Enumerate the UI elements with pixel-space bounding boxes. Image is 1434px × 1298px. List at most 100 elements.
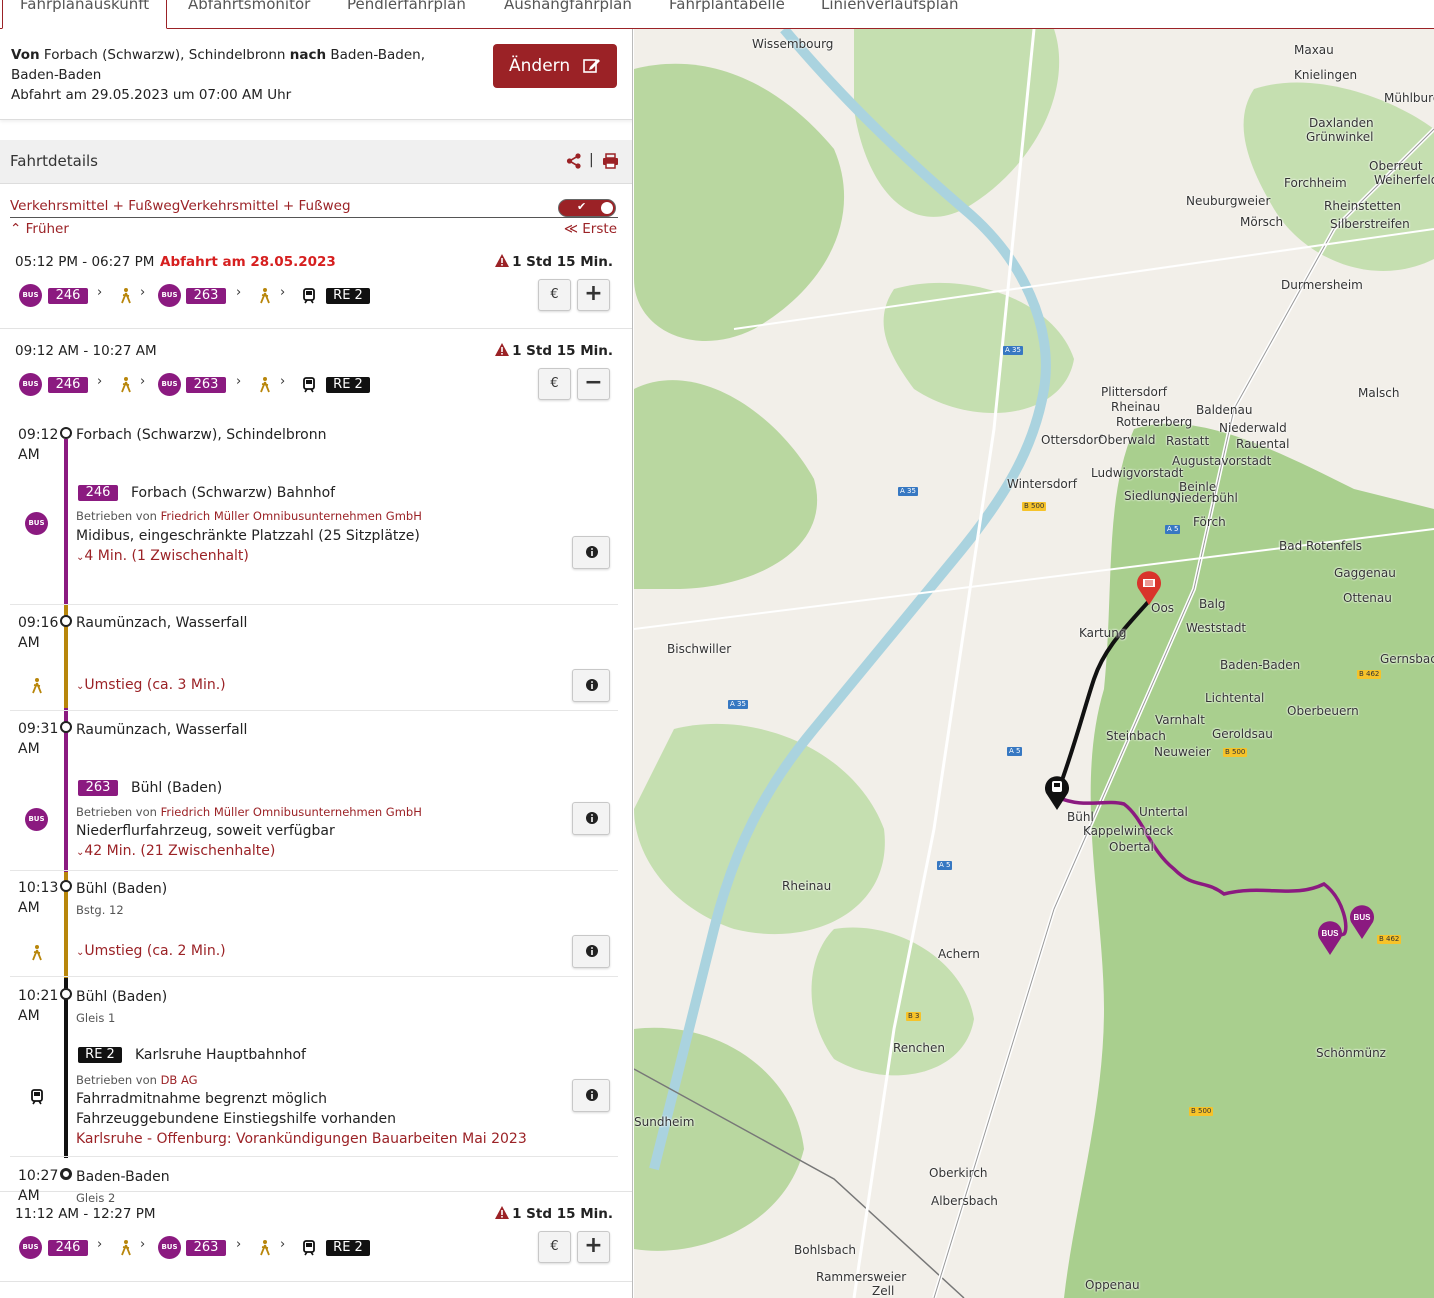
info-button[interactable] bbox=[572, 1079, 610, 1112]
trip-row[interactable]: 09:12 AM - 10:27 AM 1 Std 15 Min. BUS 24… bbox=[0, 329, 632, 1205]
price-button[interactable]: € bbox=[538, 279, 571, 311]
train-icon bbox=[303, 1240, 315, 1256]
line-badge: 246 bbox=[48, 377, 88, 393]
info-button[interactable] bbox=[572, 669, 610, 702]
place-label: Forchheim bbox=[1284, 176, 1347, 190]
walk-icon bbox=[260, 377, 270, 393]
place-label: Gernsbach bbox=[1380, 652, 1434, 666]
place-label: Oberbeuern bbox=[1287, 704, 1359, 718]
stop-name: Raumünzach, Wasserfall bbox=[76, 615, 248, 631]
construction-notice-link[interactable]: Karlsruhe - Offenburg: Vorankündigungen … bbox=[76, 1131, 527, 1147]
tab-pendlerfahrplan[interactable]: Pendlerfahrplan bbox=[330, 0, 483, 29]
info-icon bbox=[586, 679, 598, 691]
info-button[interactable] bbox=[572, 935, 610, 968]
svg-text:BUS: BUS bbox=[1354, 913, 1372, 922]
trip-row[interactable]: 05:12 PM - 06:27 PM Abfahrt am 28.05.202… bbox=[0, 240, 632, 329]
to-label: nach bbox=[289, 47, 327, 63]
intermediate-stops-label: 4 Min. (1 Zwischenhalt) bbox=[84, 548, 249, 564]
expand-button[interactable]: + bbox=[577, 279, 610, 311]
leg-destination: Karlsruhe Hauptbahnhof bbox=[135, 1047, 306, 1063]
place-label: Wissembourg bbox=[752, 37, 834, 51]
tab-aushangfahrplan[interactable]: Aushangfahrplan bbox=[487, 0, 649, 29]
stop-platform: Bstg. 12 bbox=[76, 903, 124, 917]
place-label: Gaggenau bbox=[1334, 566, 1396, 580]
details-title: Fahrtdetails bbox=[10, 152, 98, 170]
route-map[interactable]: BUS BUS Wissembourg Maxau Knielingen Müh… bbox=[634, 29, 1434, 1298]
divider bbox=[10, 1156, 618, 1157]
intermediate-stops-toggle[interactable]: ⌄4 Min. (1 Zwischenhalt) bbox=[76, 548, 249, 564]
operator-link[interactable]: Friedrich Müller Omnibusunternehmen GmbH bbox=[161, 509, 422, 523]
change-button-label: Ändern bbox=[509, 56, 571, 76]
change-button[interactable]: Ändern bbox=[493, 44, 617, 88]
leg-destination: Bühl (Baden) bbox=[131, 780, 223, 796]
map-canvas bbox=[634, 29, 1434, 1298]
place-label: Balg bbox=[1199, 597, 1226, 611]
transfer-label: Umstieg (ca. 3 Min.) bbox=[84, 677, 226, 693]
transfer-toggle[interactable]: ⌄Umstieg (ca. 2 Min.) bbox=[76, 943, 226, 959]
tab-linienverlaufsplan[interactable]: Linienverlaufsplan bbox=[804, 0, 976, 29]
bus-marker-icon[interactable]: BUS bbox=[1316, 920, 1344, 956]
trip-duration: 1 Std 15 Min. bbox=[495, 254, 613, 270]
stop-platform: Gleis 1 bbox=[76, 1011, 116, 1025]
tab-fahrplanauskunft[interactable]: Fahrplanauskunft bbox=[2, 0, 168, 29]
place-label: Oberreut bbox=[1369, 159, 1423, 173]
road-shield: B 500 bbox=[1223, 748, 1248, 757]
place-label: Oberwald bbox=[1098, 433, 1156, 447]
place-label: Augustavorstadt bbox=[1172, 454, 1272, 468]
price-button[interactable]: € bbox=[538, 1231, 571, 1263]
bus-icon: BUS bbox=[158, 373, 181, 396]
place-label: Silberstreifen bbox=[1330, 217, 1410, 231]
transfer-label: Umstieg (ca. 2 Min.) bbox=[84, 943, 226, 959]
place-label: Baldenau bbox=[1196, 403, 1253, 417]
line-badge: RE 2 bbox=[78, 1047, 122, 1063]
place-label: Ottenau bbox=[1343, 591, 1392, 605]
trip-duration: 1 Std 15 Min. bbox=[495, 1206, 613, 1222]
bus-marker-icon[interactable]: BUS bbox=[1348, 904, 1376, 940]
tab-abfahrtsmonitor[interactable]: Abfahrtsmonitor bbox=[171, 0, 327, 29]
from-stop: Forbach (Schwarzw), Schindelbronn bbox=[43, 47, 286, 63]
line-badge: RE 2 bbox=[326, 1240, 370, 1256]
bus-icon: BUS bbox=[19, 373, 42, 396]
info-button[interactable] bbox=[572, 802, 610, 835]
line-badge: 263 bbox=[78, 780, 118, 796]
divider bbox=[10, 976, 618, 977]
toggle-knob bbox=[601, 202, 613, 214]
train-marker-icon[interactable] bbox=[1043, 775, 1071, 811]
transfer-toggle[interactable]: ⌄Umstieg (ca. 3 Min.) bbox=[76, 677, 226, 693]
road-shield: A 5 bbox=[1007, 747, 1023, 756]
vehicle-info: Fahrradmitnahme begrenzt möglich bbox=[76, 1091, 328, 1107]
expand-button[interactable]: + bbox=[577, 1231, 610, 1263]
collapse-button[interactable]: − bbox=[577, 368, 610, 400]
print-icon[interactable] bbox=[602, 153, 619, 169]
operator-link[interactable]: Friedrich Müller Omnibusunternehmen GmbH bbox=[161, 805, 422, 819]
mode-toggle[interactable]: ✔ bbox=[558, 199, 616, 217]
warning-icon bbox=[495, 254, 510, 267]
first-link[interactable]: ≪ Erste bbox=[564, 221, 617, 237]
place-label: Baden-Baden bbox=[1220, 658, 1301, 672]
intermediate-stops-toggle[interactable]: ⌄42 Min. (21 Zwischenhalte) bbox=[76, 843, 275, 859]
info-icon bbox=[586, 1089, 598, 1101]
vehicle-info: Niederflurfahrzeug, soweit verfügbar bbox=[76, 823, 335, 839]
road-shield: A 35 bbox=[898, 487, 918, 496]
train-icon bbox=[31, 1089, 43, 1105]
operator-link[interactable]: DB AG bbox=[161, 1073, 198, 1087]
operator: Betrieben von Friedrich Müller Omnibusun… bbox=[76, 509, 422, 523]
chevron-right-icon: › bbox=[140, 374, 146, 389]
price-button[interactable]: € bbox=[538, 368, 571, 400]
chevron-right-icon: › bbox=[280, 374, 286, 389]
tab-fahrplantabelle[interactable]: Fahrplantabelle bbox=[652, 0, 802, 29]
road-shield: B 462 bbox=[1377, 935, 1402, 944]
place-label: Bohlsbach bbox=[794, 1243, 856, 1257]
trip-row[interactable]: 11:12 AM - 12:27 PM 1 Std 15 Min. BUS 24… bbox=[0, 1192, 632, 1282]
info-button[interactable] bbox=[572, 536, 610, 569]
stop-time: 10:21 AM bbox=[18, 988, 59, 1024]
place-label: Kartung bbox=[1079, 626, 1127, 640]
duration-text: 1 Std 15 Min. bbox=[512, 254, 613, 270]
stop-time: 09:16 AM bbox=[18, 615, 59, 651]
earlier-link[interactable]: ⌃ Früher bbox=[10, 221, 69, 237]
share-icon[interactable] bbox=[566, 153, 582, 169]
road-shield: B 500 bbox=[1189, 1107, 1214, 1116]
earlier-label: Früher bbox=[25, 221, 69, 237]
departure-text: Abfahrt am 29.05.2023 um 07:00 AM Uhr bbox=[11, 87, 292, 103]
line-badge: RE 2 bbox=[326, 288, 370, 304]
